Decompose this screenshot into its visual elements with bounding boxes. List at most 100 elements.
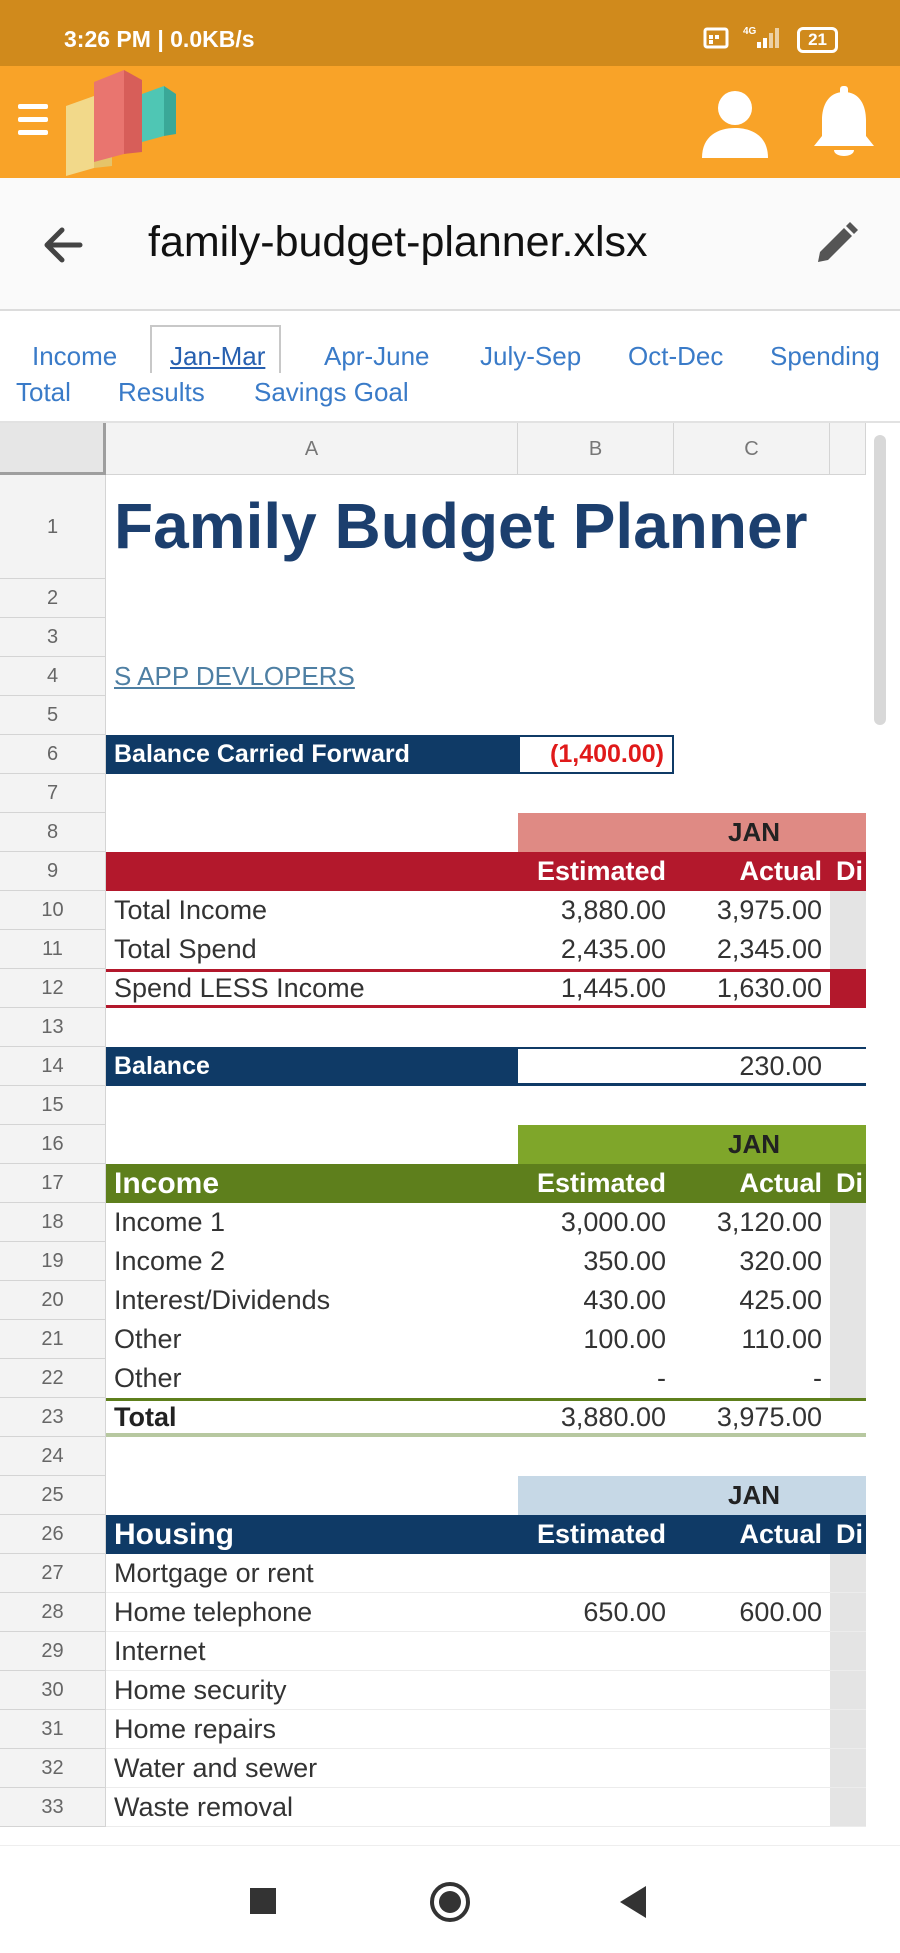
diff-cell[interactable] [830,1203,866,1242]
housing-item-estimated[interactable] [518,1788,674,1826]
row-header[interactable]: 32 [0,1749,106,1788]
income-item-estimated[interactable]: 100.00 [518,1320,674,1359]
income-col-estimated[interactable]: Estimated [518,1164,674,1203]
row-header[interactable]: 23 [0,1398,106,1437]
income-col-diff[interactable]: Di [830,1164,866,1203]
row-header[interactable]: 24 [0,1437,106,1476]
income-col-actual[interactable]: Actual [674,1164,830,1203]
row-header[interactable]: 20 [0,1281,106,1320]
income-item-label[interactable]: Interest/Dividends [106,1281,518,1320]
diff-cell[interactable] [830,1632,866,1670]
developer-link[interactable]: S APP DEVLOPERS [106,657,518,696]
diff-cell[interactable] [830,1671,866,1709]
home-circle-icon[interactable] [430,1882,470,1922]
row-header[interactable]: 12 [0,969,106,1008]
row-header[interactable]: 14 [0,1047,106,1086]
income-item-label[interactable]: Other [106,1320,518,1359]
summary-month-label[interactable]: JAN [518,813,866,852]
spend-less-income-actual[interactable]: 1,630.00 [674,972,830,1005]
housing-item-estimated[interactable] [518,1632,674,1670]
row-header[interactable]: 22 [0,1359,106,1398]
column-header-d[interactable] [830,423,866,475]
income-total-label[interactable]: Total [106,1401,518,1433]
row-header[interactable]: 7 [0,774,106,813]
housing-item-actual[interactable] [674,1710,830,1748]
diff-cell[interactable] [830,1593,866,1631]
housing-item-estimated[interactable]: 650.00 [518,1593,674,1631]
tab-spending[interactable]: Spending [770,341,880,372]
housing-item-actual[interactable] [674,1671,830,1709]
total-income-estimated[interactable]: 3,880.00 [518,891,674,930]
diff-cell[interactable] [830,1242,866,1281]
row-header[interactable]: 33 [0,1788,106,1827]
income-item-estimated[interactable]: - [518,1359,674,1398]
income-item-label[interactable]: Other [106,1359,518,1398]
total-income-actual[interactable]: 3,975.00 [674,891,830,930]
row-header[interactable]: 6 [0,735,106,774]
column-header-c[interactable]: C [674,423,830,475]
diff-cell[interactable] [830,972,866,1005]
housing-item-label[interactable]: Home repairs [106,1710,518,1748]
balance-forward-label[interactable]: Balance Carried Forward [106,735,518,774]
housing-item-actual[interactable] [674,1749,830,1787]
balance-label[interactable]: Balance [106,1047,518,1086]
pencil-edit-icon[interactable] [812,220,860,268]
sheet-title[interactable]: Family Budget Planner [114,489,807,563]
vertical-scrollbar[interactable] [874,435,886,725]
row-header[interactable]: 25 [0,1476,106,1515]
row-header[interactable]: 31 [0,1710,106,1749]
balance-value[interactable]: 230.00 [518,1047,866,1086]
income-header[interactable]: Income [106,1164,518,1203]
tab-savings-goal[interactable]: Savings Goal [254,377,409,408]
housing-item-estimated[interactable] [518,1710,674,1748]
housing-item-estimated[interactable] [518,1554,674,1592]
summary-col-estimated[interactable]: Estimated [518,852,674,891]
row-header[interactable]: 27 [0,1554,106,1593]
income-item-estimated[interactable]: 3,000.00 [518,1203,674,1242]
diff-cell[interactable] [830,1749,866,1787]
row-header[interactable]: 8 [0,813,106,852]
tab-jan-mar[interactable]: Jan-Mar [150,325,282,373]
row-header[interactable]: 21 [0,1320,106,1359]
diff-cell[interactable] [830,1710,866,1748]
tab-total[interactable]: Total [16,377,71,408]
row-header[interactable]: 10 [0,891,106,930]
diff-cell[interactable] [830,1788,866,1826]
income-item-actual[interactable]: 110.00 [674,1320,830,1359]
row-header[interactable]: 3 [0,618,106,657]
income-item-label[interactable]: Income 2 [106,1242,518,1281]
row-header[interactable]: 29 [0,1632,106,1671]
tab-oct-dec[interactable]: Oct-Dec [628,341,723,372]
summary-col-actual[interactable]: Actual [674,852,830,891]
total-spend-actual[interactable]: 2,345.00 [674,930,830,969]
row-header[interactable]: 13 [0,1008,106,1047]
income-item-actual[interactable]: - [674,1359,830,1398]
housing-item-label[interactable]: Internet [106,1632,518,1670]
spend-less-income-estimated[interactable]: 1,445.00 [518,972,674,1005]
row-header[interactable]: 30 [0,1671,106,1710]
row-header[interactable]: 17 [0,1164,106,1203]
tab-results[interactable]: Results [118,377,205,408]
total-income-label[interactable]: Total Income [106,891,518,930]
income-item-actual[interactable]: 425.00 [674,1281,830,1320]
total-spend-label[interactable]: Total Spend [106,930,518,969]
row-header[interactable]: 1 [0,475,106,579]
housing-item-estimated[interactable] [518,1671,674,1709]
diff-cell[interactable] [830,891,866,930]
income-item-actual[interactable]: 3,120.00 [674,1203,830,1242]
back-arrow-icon[interactable] [40,222,86,268]
housing-header[interactable]: Housing [106,1515,518,1554]
housing-item-actual[interactable] [674,1788,830,1826]
income-item-estimated[interactable]: 430.00 [518,1281,674,1320]
user-icon[interactable] [698,86,772,160]
row-header[interactable]: 11 [0,930,106,969]
housing-col-actual[interactable]: Actual [674,1515,830,1554]
income-total-actual[interactable]: 3,975.00 [674,1401,830,1433]
row-header[interactable]: 19 [0,1242,106,1281]
row-header[interactable]: 2 [0,579,106,618]
housing-item-label[interactable]: Home security [106,1671,518,1709]
spreadsheet-grid[interactable]: A B C 1 2 3 4 5 6 7 8 9 10 11 12 13 14 1… [0,423,900,1845]
row-header[interactable]: 16 [0,1125,106,1164]
housing-item-label[interactable]: Home telephone [106,1593,518,1631]
balance-forward-value[interactable]: (1,400.00) [518,735,674,774]
